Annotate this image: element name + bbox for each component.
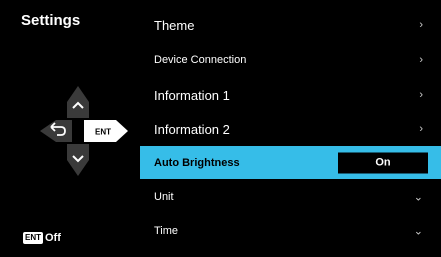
page-title: Settings	[21, 12, 81, 29]
dpad-ent-button[interactable]: ENT	[84, 120, 128, 142]
menu-item-theme[interactable]: Theme ›	[140, 8, 441, 42]
chevron-right-icon: ›	[419, 123, 423, 135]
chevron-right-icon: ›	[419, 19, 423, 31]
menu-item-auto-brightness[interactable]: Auto Brightness On	[140, 146, 441, 179]
menu-item-unit[interactable]: Unit ⌄	[140, 180, 441, 214]
menu-item-label: Device Connection	[154, 54, 247, 66]
auto-brightness-value[interactable]: On	[338, 152, 428, 173]
menu-item-label: Information 2	[154, 121, 230, 137]
footer-action-label: Off	[45, 232, 61, 244]
dpad-up-button[interactable]	[67, 86, 89, 118]
left-panel: Settings ENT ENT Off	[0, 0, 140, 257]
menu-item-label: Information 1	[154, 87, 230, 103]
menu-item-device-connection[interactable]: Device Connection ›	[140, 43, 441, 77]
dpad-down-button[interactable]	[67, 144, 89, 176]
chevron-down-icon: ⌄	[413, 191, 423, 204]
ent-label: ENT	[95, 128, 111, 137]
chevron-right-icon: ›	[419, 89, 423, 101]
ent-key-badge: ENT	[23, 232, 43, 244]
settings-screen: Settings ENT ENT Off Theme › Device Conn…	[0, 0, 441, 257]
footer-hint: ENT Off	[23, 232, 61, 244]
menu-item-information-2[interactable]: Information 2 ›	[140, 112, 441, 146]
dpad-back-button[interactable]	[40, 120, 72, 142]
menu-item-label: Unit	[154, 191, 174, 203]
chevron-right-icon: ›	[419, 54, 423, 66]
menu-item-label: Auto Brightness	[154, 156, 240, 169]
dpad: ENT	[40, 86, 128, 176]
menu-item-time[interactable]: Time ⌄	[140, 214, 441, 248]
menu-item-label: Theme	[154, 17, 195, 33]
settings-menu: Theme › Device Connection › Information …	[140, 8, 441, 257]
menu-item-information-1[interactable]: Information 1 ›	[140, 78, 441, 112]
menu-item-label: Time	[154, 225, 179, 237]
chevron-down-icon: ⌄	[413, 225, 423, 238]
